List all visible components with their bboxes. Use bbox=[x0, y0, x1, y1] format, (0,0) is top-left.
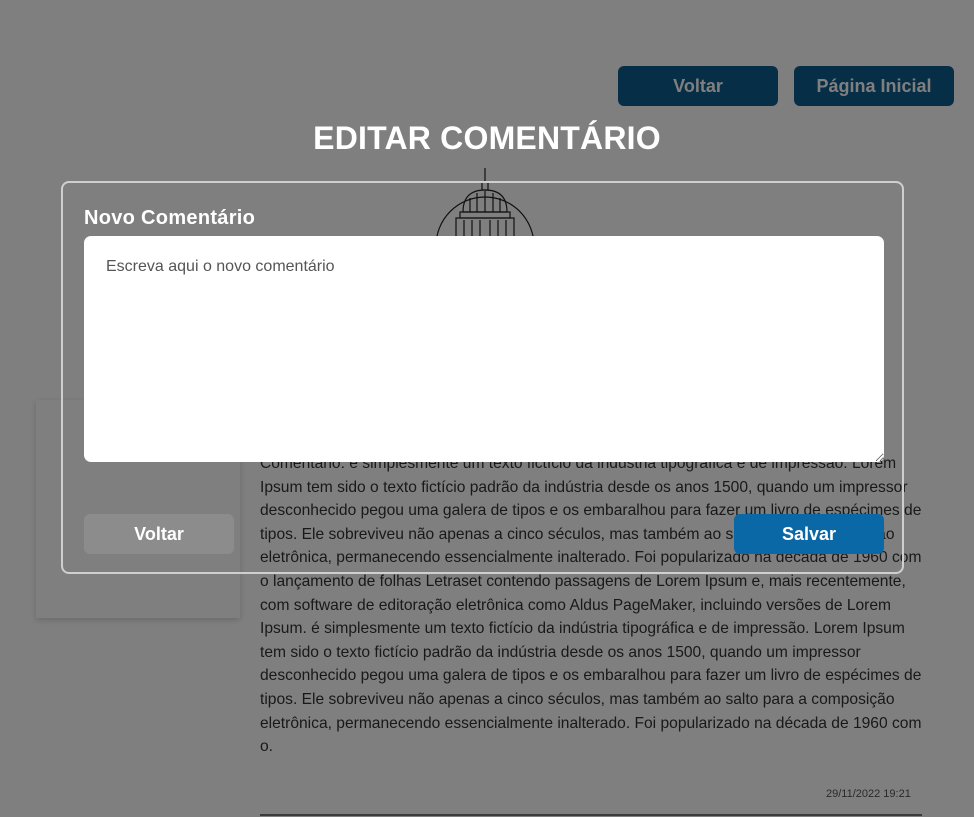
new-comment-label: Novo Comentário bbox=[84, 207, 256, 229]
save-button[interactable]: Salvar bbox=[734, 514, 884, 554]
new-comment-textarea[interactable] bbox=[84, 236, 884, 462]
modal-title: EDITAR COMENTÁRIO bbox=[313, 120, 661, 156]
modal-back-button[interactable]: Voltar bbox=[84, 514, 234, 554]
